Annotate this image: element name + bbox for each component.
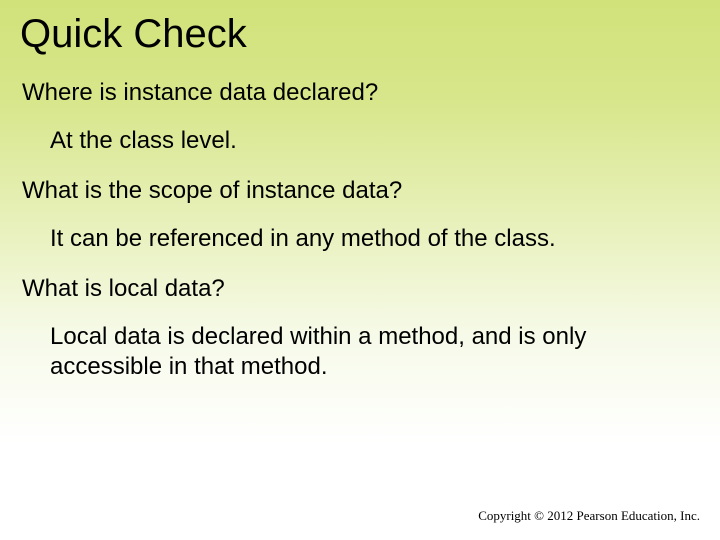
slide-body: Where is instance data declared? At the …: [22, 78, 698, 402]
answer-2: It can be referenced in any method of th…: [50, 224, 670, 254]
slide-title: Quick Check: [20, 12, 247, 57]
question-2: What is the scope of instance data?: [22, 176, 698, 206]
question-3: What is local data?: [22, 274, 698, 304]
answer-1: At the class level.: [50, 126, 670, 156]
slide: Quick Check Where is instance data decla…: [0, 0, 720, 540]
question-1: Where is instance data declared?: [22, 78, 698, 108]
copyright-text: Copyright © 2012 Pearson Education, Inc.: [478, 508, 700, 524]
answer-3: Local data is declared within a method, …: [50, 322, 670, 382]
